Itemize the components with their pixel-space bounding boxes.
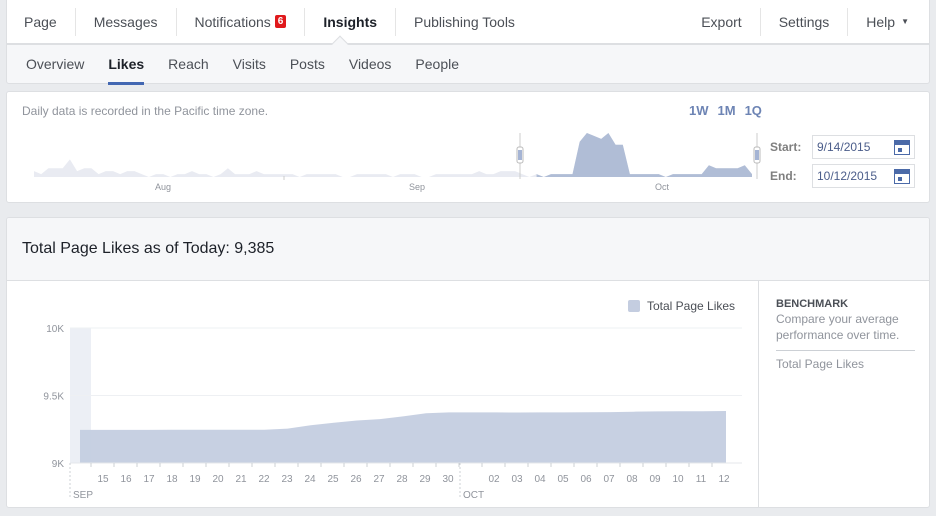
x-tick-label: 15 <box>97 474 109 485</box>
x-tick-label: 19 <box>189 474 201 485</box>
tab-overview[interactable]: Overview <box>7 44 96 84</box>
calendar-icon[interactable] <box>894 169 910 184</box>
sub-nav: Overview Likes Reach Visits Posts Videos… <box>6 44 930 85</box>
preset-1m[interactable]: 1M <box>718 103 736 118</box>
notification-badge: 6 <box>274 15 287 28</box>
range-handle-left[interactable] <box>516 133 524 179</box>
x-tick-label: 11 <box>696 474 707 485</box>
y-tick-label: 9.5K <box>43 392 64 403</box>
nav-publishing-tools[interactable]: Publishing Tools <box>396 8 533 36</box>
x-tick-label: 23 <box>281 474 293 485</box>
start-label: Start: <box>770 140 802 154</box>
nav-messages[interactable]: Messages <box>76 7 177 36</box>
timezone-note: Daily data is recorded in the Pacific ti… <box>22 104 269 118</box>
x-tick-label: 21 <box>235 474 247 485</box>
x-tick-label: 08 <box>626 474 638 485</box>
start-date-value: 9/14/2015 <box>817 140 871 154</box>
benchmark-panel: BENCHMARK Compare your average performan… <box>758 281 929 507</box>
start-date-row: Start: 9/14/2015 <box>770 135 915 159</box>
month-label-sep: Sep <box>409 182 425 192</box>
start-date-input[interactable]: 9/14/2015 <box>812 135 915 159</box>
legend-label: Total Page Likes <box>647 299 736 313</box>
range-overview-chart[interactable]: Aug Sep Oct <box>22 127 762 202</box>
range-presets: 1W 1M 1Q <box>689 103 762 118</box>
nav-notifications[interactable]: Notifications 6 <box>177 7 306 36</box>
nav-settings[interactable]: Settings <box>761 7 849 36</box>
y-tick-label: 10K <box>46 324 64 335</box>
nav-export[interactable]: Export <box>683 7 761 36</box>
overview-area-unselected <box>34 133 752 177</box>
nav-settings-label: Settings <box>778 13 830 30</box>
date-range-panel: Daily data is recorded in the Pacific ti… <box>6 91 930 203</box>
chart-legend: Total Page Likes <box>628 299 735 313</box>
tab-people[interactable]: People <box>403 44 471 84</box>
x-tick-label: 20 <box>212 474 224 485</box>
nav-help-label: Help <box>866 13 896 30</box>
month-label: OCT <box>463 490 484 501</box>
tab-posts[interactable]: Posts <box>278 44 337 84</box>
end-date-row: End: 10/12/2015 <box>770 164 915 188</box>
total-likes-title: Total Page Likes as of Today: 9,385 <box>22 240 275 257</box>
nav-page[interactable]: Page <box>7 7 76 36</box>
y-tick-label: 9K <box>52 459 65 470</box>
month-label-aug: Aug <box>155 182 171 192</box>
x-tick-label: 29 <box>419 474 431 485</box>
x-tick-label: 04 <box>534 474 546 485</box>
benchmark-metric-link[interactable]: Total Page Likes <box>776 357 915 371</box>
x-tick-label: 16 <box>120 474 132 485</box>
x-tick-label: 02 <box>488 474 500 485</box>
x-tick-label: 30 <box>442 474 454 485</box>
tab-visits[interactable]: Visits <box>221 44 278 84</box>
month-label: SEP <box>73 490 93 501</box>
x-tick-label: 27 <box>373 474 385 485</box>
nav-notifications-label: Notifications <box>194 13 271 30</box>
overview-area-selected <box>536 133 752 177</box>
end-date-input[interactable]: 10/12/2015 <box>812 164 915 188</box>
x-tick-label: 26 <box>350 474 362 485</box>
nav-messages-label: Messages <box>93 13 158 30</box>
x-tick-label: 17 <box>143 474 155 485</box>
tab-videos[interactable]: Videos <box>337 44 404 84</box>
x-tick-label: 28 <box>396 474 408 485</box>
nav-publishing-tools-label: Publishing Tools <box>414 13 515 30</box>
legend-swatch <box>628 300 640 312</box>
caret-down-icon: ▼ <box>901 16 909 26</box>
calendar-icon[interactable] <box>894 140 910 155</box>
top-nav: Page Messages Notifications 6 Insights Pu… <box>6 0 930 44</box>
x-tick-label: 18 <box>166 474 178 485</box>
x-tick-label: 06 <box>580 474 592 485</box>
preset-1w[interactable]: 1W <box>689 103 709 118</box>
x-tick-label: 22 <box>258 474 270 485</box>
x-tick-label: 07 <box>603 474 615 485</box>
x-tick-label: 05 <box>557 474 569 485</box>
benchmark-heading: BENCHMARK <box>776 298 849 310</box>
x-tick-label: 25 <box>327 474 339 485</box>
x-tick-label: 03 <box>511 474 523 485</box>
nav-page-label: Page <box>24 13 57 30</box>
x-tick-label: 10 <box>672 474 684 485</box>
likes-area <box>80 411 726 463</box>
month-label-oct: Oct <box>655 182 670 192</box>
x-tick-label: 09 <box>649 474 661 485</box>
total-likes-chart: 9K 9.5K 10K 15 16 17 18 19 20 21 22 23 24 25 26 27 28 29 3… <box>43 324 742 501</box>
nav-insights-label: Insights <box>323 13 378 30</box>
benchmark-description: Compare your average performance over ti… <box>776 311 915 351</box>
nav-insights[interactable]: Insights <box>305 7 397 36</box>
tab-likes[interactable]: Likes <box>96 44 156 85</box>
nav-export-label: Export <box>701 13 742 30</box>
range-handle-right[interactable] <box>753 133 761 179</box>
total-likes-panel: Total Page Likes as of Today: 9,385 9K 9.… <box>6 217 930 508</box>
x-tick-label: 12 <box>718 474 730 485</box>
nav-help[interactable]: Help ▼ <box>848 8 929 36</box>
end-label: End: <box>770 169 797 183</box>
preset-1q[interactable]: 1Q <box>745 103 762 118</box>
likes-panel-header: Total Page Likes as of Today: 9,385 <box>7 218 929 281</box>
end-date-value: 10/12/2015 <box>817 169 878 183</box>
tab-reach[interactable]: Reach <box>156 44 220 84</box>
x-tick-label: 24 <box>304 474 316 485</box>
